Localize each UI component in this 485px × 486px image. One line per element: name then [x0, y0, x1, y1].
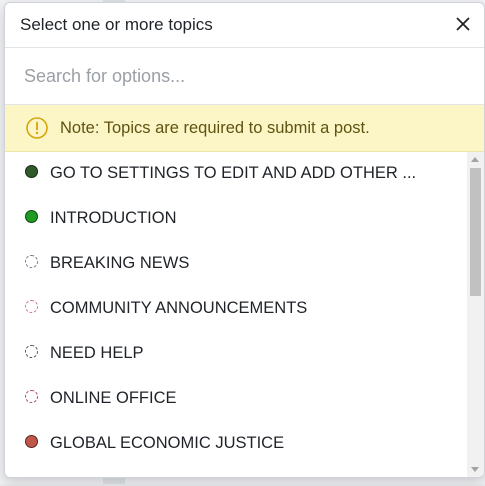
topic-label: NEED HELP — [50, 344, 144, 362]
topic-color-dot — [25, 255, 38, 268]
topic-label: GO TO SETTINGS TO EDIT AND ADD OTHER ... — [50, 164, 417, 182]
topic-option[interactable]: NEED HELP — [5, 332, 467, 377]
topic-label: COMMUNITY ANNOUNCEMENTS — [50, 299, 308, 317]
topic-list: GO TO SETTINGS TO EDIT AND ADD OTHER ...… — [5, 152, 467, 477]
topic-color-dot — [25, 345, 38, 358]
modal-header: Select one or more topics — [5, 3, 484, 48]
topic-label: BREAKING NEWS — [50, 254, 190, 272]
scroll-up-arrow-icon[interactable] — [471, 157, 479, 162]
info-circle-icon — [26, 117, 48, 139]
note-text: Note: Topics are required to submit a po… — [60, 119, 370, 137]
topic-option[interactable]: BREAKING NEWS — [5, 242, 467, 287]
topic-color-dot — [25, 390, 38, 403]
topic-option[interactable]: GLOBAL ECONOMIC JUSTICE — [5, 422, 467, 467]
scroll-down-arrow-icon[interactable] — [471, 467, 479, 472]
topic-option[interactable]: ONLINE OFFICE — [5, 377, 467, 422]
topic-color-dot — [25, 435, 38, 448]
close-button[interactable] — [452, 13, 474, 35]
search-area — [5, 48, 484, 105]
required-note: Note: Topics are required to submit a po… — [5, 105, 484, 152]
topic-label: INTRODUCTION — [50, 209, 177, 227]
topic-label: GLOBAL ECONOMIC JUSTICE — [50, 434, 285, 452]
topic-color-dot — [25, 210, 38, 223]
modal-title: Select one or more topics — [20, 15, 213, 34]
topic-select-modal: Select one or more topics Note: Topics a… — [4, 2, 485, 478]
list-scrollbar[interactable] — [467, 152, 484, 477]
scrollbar-thumb[interactable] — [470, 168, 481, 296]
topic-label: ONLINE OFFICE — [50, 389, 177, 407]
topic-color-dot — [25, 300, 38, 313]
topic-option[interactable]: INTRODUCTION — [5, 197, 467, 242]
topic-option[interactable]: GO TO SETTINGS TO EDIT AND ADD OTHER ... — [5, 152, 467, 197]
topic-option[interactable]: COMMUNITY ANNOUNCEMENTS — [5, 287, 467, 332]
search-input[interactable] — [5, 48, 484, 104]
close-icon — [456, 17, 470, 31]
topic-color-dot — [25, 165, 38, 178]
